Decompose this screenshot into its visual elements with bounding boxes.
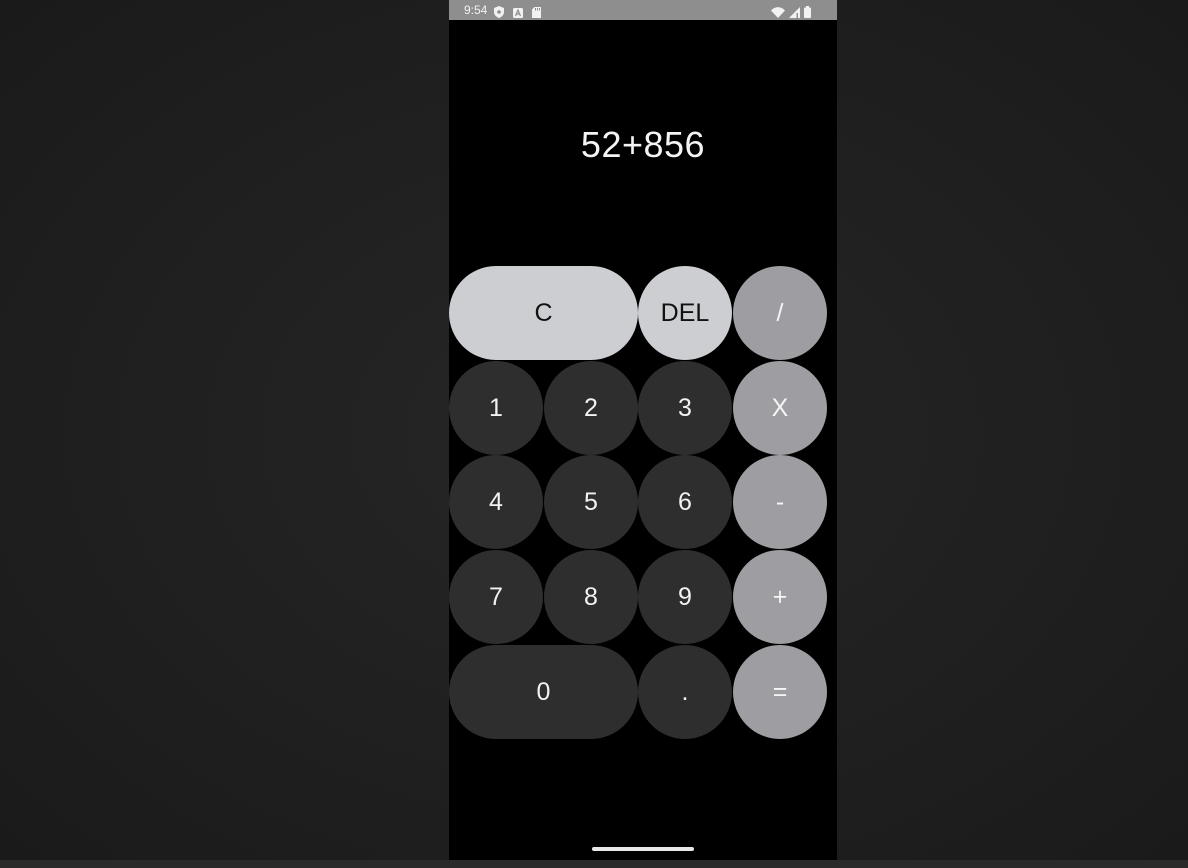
plus-button[interactable]: + xyxy=(733,550,827,644)
bottom-edge-strip xyxy=(0,860,1188,868)
equals-button[interactable]: = xyxy=(733,645,827,739)
battery-icon xyxy=(804,4,811,24)
status-bar: 9:54 xyxy=(449,0,837,20)
decimal-button[interactable]: . xyxy=(638,645,732,739)
divide-button[interactable]: / xyxy=(733,266,827,360)
digit-7-button[interactable]: 7 xyxy=(449,550,543,644)
digit-4-button[interactable]: 4 xyxy=(449,455,543,549)
shield-icon xyxy=(494,4,504,24)
delete-button[interactable]: DEL xyxy=(638,266,732,360)
digit-6-button[interactable]: 6 xyxy=(638,455,732,549)
cellular-signal-icon xyxy=(789,4,800,24)
phone-screen: 9:54 52+856 C DEL / 1 2 3 X 4 5 6 - 7 8 … xyxy=(449,0,837,860)
wifi-icon xyxy=(771,4,785,24)
digit-1-button[interactable]: 1 xyxy=(449,361,543,455)
digit-9-button[interactable]: 9 xyxy=(638,550,732,644)
status-right-icons xyxy=(771,4,811,24)
digit-5-button[interactable]: 5 xyxy=(544,455,638,549)
digit-0-button[interactable]: 0 xyxy=(449,645,638,739)
minus-button[interactable]: - xyxy=(733,455,827,549)
digit-3-button[interactable]: 3 xyxy=(638,361,732,455)
digit-8-button[interactable]: 8 xyxy=(544,550,638,644)
multiply-button[interactable]: X xyxy=(733,361,827,455)
digit-2-button[interactable]: 2 xyxy=(544,361,638,455)
calculator-keypad: C DEL / 1 2 3 X 4 5 6 - 7 8 9 + 0 . = xyxy=(449,266,837,740)
status-left-icons xyxy=(494,4,541,24)
sd-card-icon xyxy=(532,4,541,24)
home-indicator[interactable] xyxy=(592,847,694,851)
expression-display: 52+856 xyxy=(580,124,706,165)
status-time: 9:54 xyxy=(464,3,488,17)
clear-button[interactable]: C xyxy=(449,266,638,360)
a-badge-icon xyxy=(513,4,523,24)
